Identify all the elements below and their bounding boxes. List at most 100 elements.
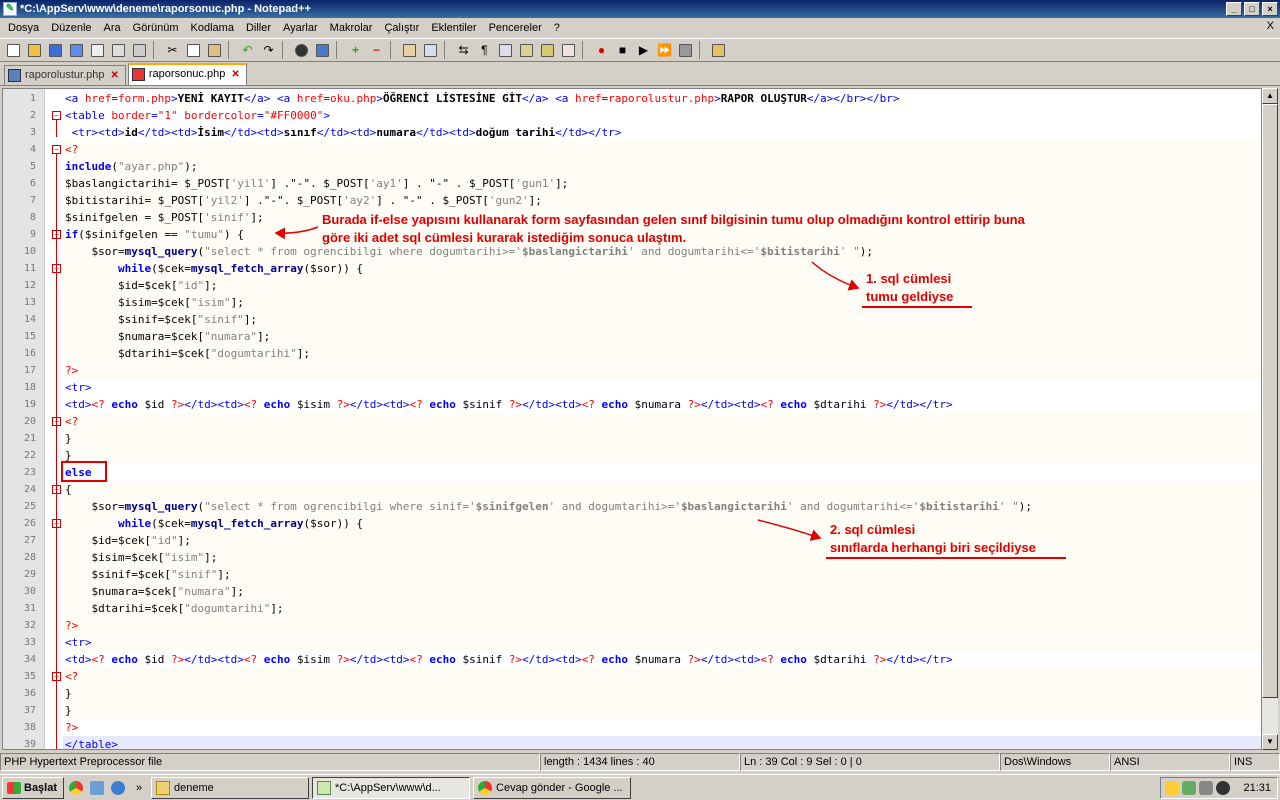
code-line[interactable]: <tr> [65, 379, 92, 396]
open-folder-icon[interactable] [25, 41, 44, 60]
menu-item[interactable]: Dosya [2, 19, 45, 37]
save-macro-icon[interactable] [676, 41, 695, 60]
sync-horizontal-icon[interactable] [421, 41, 440, 60]
code-line[interactable]: <tr> [65, 634, 92, 651]
quicklaunch-more-icon[interactable]: » [130, 779, 148, 797]
code-line[interactable]: while($cek=mysql_fetch_array($sor)) { [65, 515, 363, 532]
code-line[interactable]: while($cek=mysql_fetch_array($sor)) { [65, 260, 363, 277]
menu-item[interactable]: Ayarlar [277, 19, 324, 37]
print-icon[interactable] [130, 41, 149, 60]
code-line[interactable]: ?> [65, 362, 78, 379]
network-icon[interactable] [1182, 781, 1196, 795]
function-list-icon[interactable] [559, 41, 578, 60]
code-line[interactable]: <td><? echo $id ?></td><td><? echo $isim… [65, 651, 953, 668]
code-editor[interactable]: 1 2 3 4 5 6 7 8 9 10 11 12 13 14 15 16 17 18 19 20 21 22 23 24 2… [2, 88, 1262, 750]
menu-item[interactable]: Çalıştır [378, 19, 425, 37]
new-file-icon[interactable] [4, 41, 23, 60]
volume-icon[interactable] [1199, 781, 1213, 795]
menu-item[interactable]: Pencereler [483, 19, 548, 37]
task-notepadpp[interactable]: *C:\AppServ\www\d... [312, 776, 471, 799]
indent-guide-icon[interactable] [496, 41, 515, 60]
ie-icon[interactable] [109, 779, 127, 797]
code-line[interactable]: } [65, 685, 72, 702]
task-deneme[interactable]: deneme [151, 776, 310, 799]
code-line[interactable]: } [65, 702, 72, 719]
fold-toggle-icon[interactable]: − [52, 111, 61, 120]
fold-toggle-icon[interactable]: − [52, 145, 61, 154]
run-icon[interactable] [709, 41, 728, 60]
code-line[interactable]: <table border="1" bordercolor="#FF0000"> [65, 107, 330, 124]
replace-icon[interactable] [313, 41, 332, 60]
close-all-icon[interactable] [109, 41, 128, 60]
code-line[interactable]: if($sinifgelen == "tumu") { [65, 226, 244, 243]
code-line[interactable]: $sinif=$cek["sinif"]; [65, 311, 257, 328]
zoom-in-icon[interactable]: + [346, 41, 365, 60]
code-line[interactable]: <td><? echo $id ?></td><td><? echo $isim… [65, 396, 953, 413]
code-line[interactable]: $id=$cek["id"]; [65, 277, 217, 294]
code-line[interactable]: $numara=$cek["numara"]; [65, 328, 270, 345]
outlook-icon[interactable] [88, 779, 106, 797]
code-line[interactable]: $numara=$cek["numara"]; [65, 583, 243, 600]
menu-item[interactable]: Düzenle [45, 19, 97, 37]
code-line[interactable]: include("ayar.php"); [65, 158, 197, 175]
copy-icon[interactable] [184, 41, 203, 60]
code-line[interactable]: $id=$cek["id"]; [65, 532, 190, 549]
redo-icon[interactable]: ↷ [259, 41, 278, 60]
chrome-icon[interactable] [67, 779, 85, 797]
minimize-button[interactable]: _ [1226, 2, 1242, 16]
code-line[interactable]: $baslangictarihi= $_POST['yil1'] ."-". $… [65, 175, 568, 192]
menu-item[interactable]: Diller [240, 19, 277, 37]
code-line[interactable]: $isim=$cek["isim"]; [65, 549, 217, 566]
show-all-chars-icon[interactable]: ¶ [475, 41, 494, 60]
code-line[interactable]: $dtarihi=$cek["dogumtarihi"]; [65, 600, 283, 617]
sync-vertical-icon[interactable] [400, 41, 419, 60]
close-file-icon[interactable] [88, 41, 107, 60]
tab-close-icon[interactable]: ✕ [111, 66, 119, 85]
play-multiple-icon[interactable]: ⏩ [655, 41, 674, 60]
tab-close-icon[interactable]: ✕ [231, 65, 239, 84]
tab-raporsonuc-php[interactable]: raporsonuc.php ✕ [127, 63, 247, 85]
code-line[interactable]: <? [65, 141, 78, 158]
code-line[interactable]: <? [65, 668, 78, 685]
stop-macro-icon[interactable]: ■ [613, 41, 632, 60]
code-line[interactable]: <tr><td>id</td><td>İsim</td><td>sınıf</t… [65, 124, 622, 141]
code-line[interactable]: } [65, 430, 72, 447]
scroll-down-arrow[interactable]: ▼ [1262, 734, 1278, 750]
close-button[interactable]: × [1262, 2, 1278, 16]
find-icon[interactable] [292, 41, 311, 60]
scroll-up-arrow[interactable]: ▲ [1262, 88, 1278, 104]
user-language-icon[interactable] [517, 41, 536, 60]
code-line[interactable]: $dtarihi=$cek["dogumtarihi"]; [65, 345, 310, 362]
save-icon[interactable] [46, 41, 65, 60]
scroll-thumb[interactable] [1262, 104, 1278, 698]
save-all-icon[interactable] [67, 41, 86, 60]
word-wrap-icon[interactable]: ⇆ [454, 41, 473, 60]
tab-raporolustur-php[interactable]: raporolustur.php ✕ [4, 65, 126, 85]
code-line[interactable]: $isim=$cek["isim"]; [65, 294, 244, 311]
play-macro-icon[interactable]: ▶ [634, 41, 653, 60]
zoom-out-icon[interactable]: − [367, 41, 386, 60]
menu-item[interactable]: Görünüm [127, 19, 185, 37]
cut-icon[interactable]: ✂ [163, 41, 182, 60]
menu-item[interactable]: Kodlama [185, 19, 240, 37]
vertical-scrollbar[interactable]: ▲ ▼ [1262, 88, 1278, 750]
menu-item[interactable]: ? [548, 19, 566, 37]
code-line[interactable]: <a href=form.php>YENİ KAYIT</a> <a href=… [65, 90, 900, 107]
menu-item[interactable]: Makrolar [324, 19, 379, 37]
maximize-button[interactable]: □ [1244, 2, 1260, 16]
code-line[interactable]: </table> [65, 736, 118, 749]
security-shield-icon[interactable] [1165, 781, 1179, 795]
code-line[interactable]: $bitistarihi= $_POST['yil2'] ."-". $_POS… [65, 192, 542, 209]
menu-close-button[interactable]: X [1267, 20, 1274, 32]
menu-item[interactable]: Eklentiler [425, 19, 482, 37]
code-line[interactable]: $sinif=$cek["sinif"]; [65, 566, 230, 583]
undo-icon[interactable]: ↶ [238, 41, 257, 60]
code-line[interactable]: { [65, 481, 72, 498]
code-line[interactable]: $sinifgelen = $_POST['sinif']; [65, 209, 264, 226]
code-line[interactable]: ?> [65, 617, 78, 634]
code-line[interactable]: ?> [65, 719, 78, 736]
menu-item[interactable]: Ara [98, 19, 127, 37]
paste-icon[interactable] [205, 41, 224, 60]
code-line[interactable]: <? [65, 413, 78, 430]
record-macro-icon[interactable]: ● [592, 41, 611, 60]
